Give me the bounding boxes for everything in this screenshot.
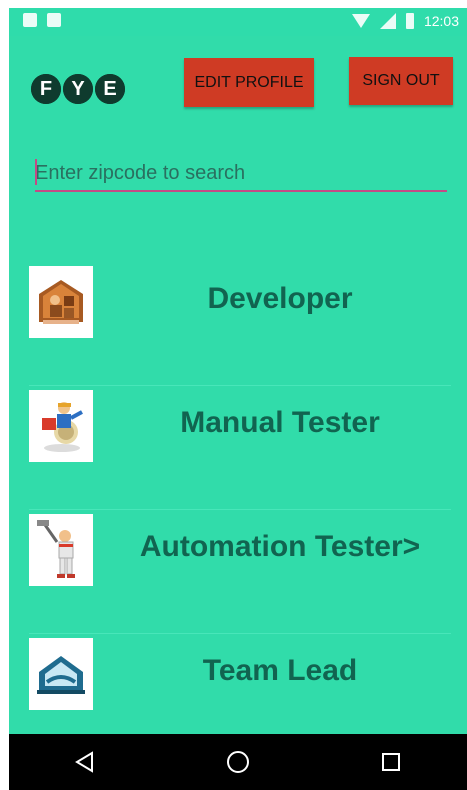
house-construction-icon: [29, 266, 93, 338]
notification-icon: [23, 13, 37, 27]
status-bar: 12:03: [9, 8, 467, 36]
battery-icon: [405, 13, 414, 29]
app-screen: 12:03 F Y E EDIT PROFILE SIGN OUT Enter …: [9, 8, 467, 790]
list-item-manual-tester[interactable]: Manual Tester: [29, 386, 451, 510]
sign-out-button[interactable]: SIGN OUT: [349, 57, 453, 105]
logo-letter: E: [95, 74, 125, 104]
list-item-label: Automation Tester>: [139, 530, 421, 563]
list-item-label: Team Lead: [202, 654, 358, 687]
edit-profile-button[interactable]: EDIT PROFILE: [184, 58, 314, 107]
logo-letter: Y: [63, 74, 93, 104]
list-item-label: Manual Tester: [180, 406, 380, 439]
recents-icon[interactable]: [361, 734, 421, 790]
house-logo-icon: [29, 638, 93, 710]
navigation-bar: [9, 734, 467, 790]
logo-letter: F: [31, 74, 61, 104]
notification-icon: [47, 13, 61, 27]
home-icon[interactable]: [208, 734, 268, 790]
zipcode-search-input[interactable]: [35, 156, 447, 190]
wifi-icon: [351, 14, 370, 28]
list-item-label: Developer: [207, 282, 353, 315]
delivery-worker-icon: [29, 390, 93, 462]
app-logo: F Y E: [31, 74, 125, 104]
back-icon[interactable]: [55, 734, 115, 790]
status-time: 12:03: [423, 13, 459, 29]
zipcode-search: [35, 156, 447, 192]
painter-icon: [29, 514, 93, 586]
list-item-automation-tester[interactable]: Automation Tester>: [29, 510, 451, 634]
role-list: Developer Manual Tester Automation Teste…: [29, 262, 451, 758]
signal-icon: [379, 13, 396, 29]
list-item-developer[interactable]: Developer: [29, 262, 451, 386]
text-cursor: [35, 159, 37, 185]
